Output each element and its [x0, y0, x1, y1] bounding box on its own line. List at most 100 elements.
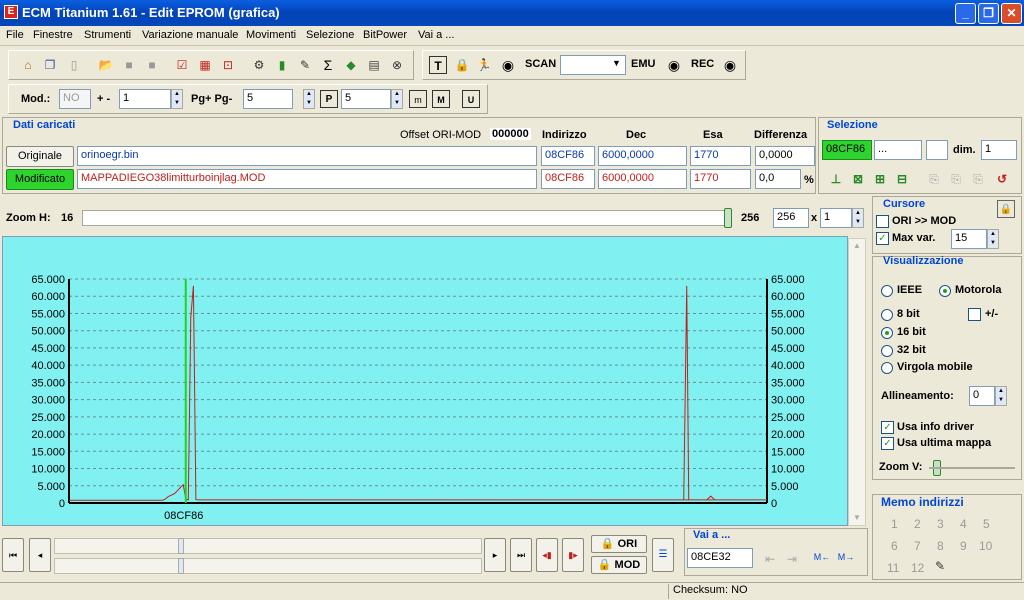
memo-edit-icon[interactable]: ✎ — [935, 559, 945, 573]
memo-9[interactable]: 9 — [960, 539, 967, 553]
memo-10[interactable]: 10 — [979, 539, 992, 553]
memo-5[interactable]: 5 — [983, 517, 990, 531]
chart-edit-icon[interactable]: ✎ — [296, 56, 314, 74]
16bit-radio[interactable] — [881, 327, 893, 339]
first-button[interactable]: ⏮ — [2, 538, 24, 572]
p-input[interactable]: 5 — [341, 89, 391, 109]
max-var-input[interactable]: 15 — [951, 229, 987, 249]
dim-input[interactable]: 1 — [981, 140, 1017, 160]
last-button[interactable]: ⏭ — [510, 538, 532, 572]
chart-vertical-scrollbar[interactable]: ▲ ▼ — [848, 238, 866, 526]
calendar-icon[interactable]: ▦ — [196, 56, 214, 74]
scroll-up-icon[interactable]: ▲ — [853, 241, 861, 250]
u-icon[interactable]: U — [462, 90, 480, 108]
32bit-radio[interactable] — [881, 345, 893, 357]
scroll-track-top[interactable] — [54, 538, 482, 554]
memo-12[interactable]: 12 — [911, 561, 924, 575]
chevron-down-icon[interactable]: ▼ — [612, 58, 621, 68]
p-spinner[interactable]: ▲ ▼ — [391, 89, 403, 109]
memo-6[interactable]: 6 — [891, 539, 898, 553]
m-small-icon[interactable]: m — [409, 90, 427, 108]
compare-icon[interactable]: ☰ — [652, 538, 674, 572]
pg-spinner[interactable]: ▲ ▼ — [303, 89, 315, 109]
vai-input[interactable]: 08CE32 — [687, 548, 753, 568]
next-button[interactable]: ▸ — [484, 538, 506, 572]
maximize-button[interactable]: ❐ — [978, 3, 999, 24]
binoculars-icon[interactable]: ⊗ — [388, 56, 406, 74]
allineamento-spinner[interactable]: ▲ ▼ — [995, 386, 1007, 406]
ori-button[interactable]: 🔒 ORI — [591, 535, 647, 553]
padlock-icon[interactable]: 🔒 — [997, 200, 1015, 218]
zoom-v-track[interactable] — [929, 467, 1015, 469]
checklist-icon[interactable]: ☑ — [173, 56, 191, 74]
modificato-button[interactable]: Modificato — [6, 169, 74, 190]
copy-icon[interactable]: ▯ — [65, 56, 83, 74]
graph-icon[interactable]: ▤ — [365, 56, 383, 74]
menu-variazione[interactable]: Variazione manuale — [142, 29, 238, 41]
save-icon[interactable]: ■ — [120, 56, 138, 74]
menu-file[interactable]: File — [6, 29, 24, 41]
max-var-checkbox[interactable]: ✓ — [876, 232, 889, 245]
sel-end-icon[interactable]: ⊟ — [893, 170, 911, 188]
motorola-radio[interactable] — [939, 285, 951, 297]
sel-clear-icon[interactable]: ⊠ — [849, 170, 867, 188]
plus-minus-input[interactable]: 1 — [119, 89, 171, 109]
emu-record-icon[interactable]: ◉ — [665, 56, 683, 74]
zoom-input[interactable]: 256 — [773, 208, 809, 228]
gear-icon[interactable]: ⚙ — [250, 56, 268, 74]
ieee-radio[interactable] — [881, 285, 893, 297]
battery-icon[interactable]: ▮ — [273, 56, 291, 74]
mod-button[interactable]: 🔒 MOD — [591, 556, 647, 574]
runner-icon[interactable]: 🏃 — [475, 56, 493, 74]
sel-start-icon[interactable]: ⊥ — [827, 170, 845, 188]
prev-button[interactable]: ◂ — [29, 538, 51, 572]
menu-finestre[interactable]: Finestre — [33, 29, 73, 41]
home-icon[interactable]: ⌂ — [19, 56, 37, 74]
usa-ultima-checkbox[interactable]: ✓ — [881, 437, 894, 450]
menu-selezione[interactable]: Selezione — [306, 29, 354, 41]
lock-icon[interactable]: 🔒 — [453, 56, 471, 74]
cursor-prev-button[interactable]: ◂▮ — [536, 538, 558, 572]
menu-vai-a[interactable]: Vai a ... — [418, 29, 454, 41]
zoom-h-thumb[interactable] — [724, 208, 732, 228]
rec-record-icon[interactable]: ◉ — [721, 56, 739, 74]
eprom-chart[interactable]: 0 0 5.000 5.000 10.000 10.000 15.000 15.000 20.0… — [3, 237, 849, 527]
memo-4[interactable]: 4 — [960, 517, 967, 531]
plus-minus-checkbox[interactable] — [968, 308, 981, 321]
scroll-thumb-bottom[interactable] — [178, 558, 184, 574]
zoom-h-slider[interactable] — [82, 210, 732, 226]
memo-1[interactable]: 1 — [891, 517, 898, 531]
memo-2[interactable]: 2 — [914, 517, 921, 531]
record-icon[interactable]: ◉ — [499, 56, 517, 74]
sel-add-icon[interactable]: ⊞ — [871, 170, 889, 188]
shapes-icon[interactable]: ◆ — [342, 56, 360, 74]
scroll-track-bottom[interactable] — [54, 558, 482, 574]
memo-3[interactable]: 3 — [937, 517, 944, 531]
memo-right-icon[interactable]: M→ — [837, 548, 855, 566]
menu-movimenti[interactable]: Movimenti — [246, 29, 296, 41]
8bit-radio[interactable] — [881, 309, 893, 321]
scroll-thumb-top[interactable] — [178, 538, 184, 554]
windows-icon[interactable]: ❐ — [41, 56, 59, 74]
close-button[interactable]: ✕ — [1001, 3, 1022, 24]
max-var-spinner[interactable]: ▲ ▼ — [987, 229, 999, 249]
save-as-icon[interactable]: ■ — [143, 56, 161, 74]
allineamento-input[interactable]: 0 — [969, 386, 995, 406]
text-icon[interactable]: T — [429, 56, 447, 74]
ori-mod-checkbox[interactable] — [876, 215, 889, 228]
menu-strumenti[interactable]: Strumenti — [84, 29, 131, 41]
cursor-next-button[interactable]: ▮▸ — [562, 538, 584, 572]
sel-reset-icon[interactable]: ↺ — [993, 170, 1011, 188]
sigma-icon[interactable]: Σ — [319, 56, 337, 74]
minimize-button[interactable]: _ — [955, 3, 976, 24]
menu-bitpower[interactable]: BitPower — [363, 29, 407, 41]
usa-info-checkbox[interactable]: ✓ — [881, 421, 894, 434]
memo-11[interactable]: 11 — [887, 561, 899, 575]
scroll-down-icon[interactable]: ▼ — [853, 513, 861, 522]
originale-button[interactable]: Originale — [6, 146, 74, 167]
zoom-mult-input[interactable]: 1 — [820, 208, 852, 228]
open-folder-icon[interactable]: 📂 — [97, 56, 115, 74]
plus-minus-spinner[interactable]: ▲ ▼ — [171, 89, 183, 109]
p-icon[interactable]: P — [320, 90, 338, 108]
virgola-radio[interactable] — [881, 362, 893, 374]
